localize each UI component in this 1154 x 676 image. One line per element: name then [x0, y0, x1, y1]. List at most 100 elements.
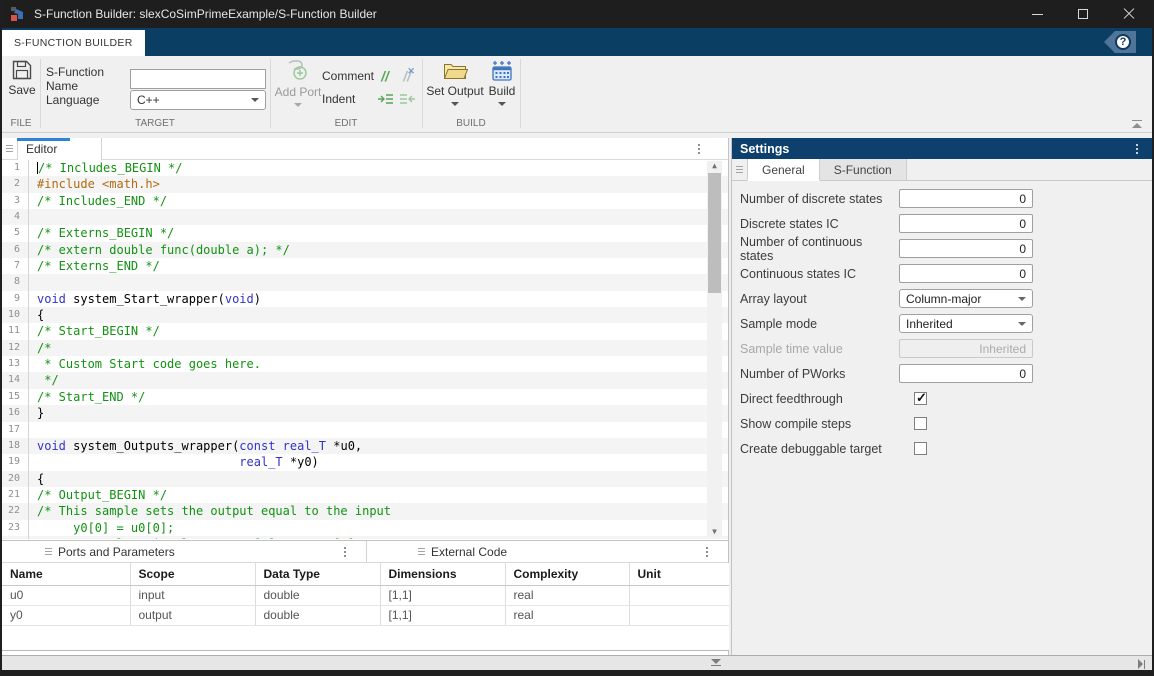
ports-menu-kebab-icon[interactable]	[338, 547, 352, 557]
array-layout-dropdown[interactable]: Column-major	[899, 289, 1033, 308]
field-label: Create debuggable target	[740, 442, 899, 456]
comment-button[interactable]: //	[374, 68, 396, 84]
table-row[interactable]: y0outputdouble[1,1]real	[2, 605, 729, 625]
show-compile-steps-checkbox[interactable]	[914, 417, 927, 430]
scroll-down-icon[interactable]: ▼	[707, 527, 722, 537]
tab-sfunction-builder[interactable]: S-FUNCTION BUILDER	[2, 30, 145, 56]
code-line[interactable]: 7/* Externs_END */	[2, 258, 728, 274]
scroll-up-icon[interactable]: ▲	[707, 161, 722, 171]
line-number: 10	[2, 307, 29, 323]
tab-external-code[interactable]: External Code	[367, 541, 728, 562]
table-cell[interactable]: [1,1]	[380, 585, 505, 605]
code-line[interactable]: 8	[2, 274, 728, 290]
continuous-states-ic-input[interactable]	[899, 264, 1033, 283]
ports-grip-handle[interactable]	[44, 548, 53, 555]
code-line[interactable]: 3/* Includes_END */	[2, 193, 728, 209]
create-debuggable-checkbox[interactable]	[914, 442, 927, 455]
set-output-button[interactable]: Set Output	[426, 59, 484, 106]
code-lines: 1/* Includes_BEGIN */2#include <math.h>3…	[2, 160, 728, 539]
code-line[interactable]: 21/* Output_BEGIN */	[2, 487, 728, 503]
line-number: 14	[2, 372, 29, 388]
language-dropdown[interactable]: C++	[130, 90, 266, 110]
code-line[interactable]: 18void system_Outputs_wrapper(const real…	[2, 438, 728, 454]
col-unit[interactable]: Unit	[629, 563, 729, 585]
sample-mode-dropdown[interactable]: Inherited	[899, 314, 1033, 333]
editor-grip-handle[interactable]	[5, 145, 14, 152]
pworks-input[interactable]	[899, 364, 1033, 383]
code-area[interactable]: 1/* Includes_BEGIN */2#include <math.h>3…	[2, 160, 728, 539]
table-cell[interactable]: y0	[2, 605, 130, 625]
maximize-button[interactable]	[1060, 0, 1106, 28]
continuous-states-input[interactable]	[899, 239, 1033, 258]
close-button[interactable]	[1106, 0, 1152, 28]
collapse-bottom-panel-button[interactable]	[710, 659, 722, 666]
direct-feedthrough-checkbox[interactable]	[914, 392, 927, 405]
code-line[interactable]: 6/* extern double func(double a); */	[2, 242, 728, 258]
tab-sfunction[interactable]: S-Function	[820, 159, 907, 180]
discrete-states-ic-input[interactable]	[899, 214, 1033, 233]
code-line[interactable]: 20{	[2, 471, 728, 487]
indent-button[interactable]	[374, 93, 396, 106]
code-line[interactable]: 2#include <math.h>	[2, 176, 728, 192]
editor-menu-kebab-icon[interactable]	[692, 144, 706, 154]
code-line[interactable]: 19 real_T *y0)	[2, 454, 728, 470]
col-complexity[interactable]: Complexity	[505, 563, 629, 585]
external-code-menu-kebab-icon[interactable]	[700, 547, 714, 557]
field-label: Number of discrete states	[740, 192, 899, 206]
code-line[interactable]: 22/* This sample sets the output equal t…	[2, 503, 728, 519]
table-cell[interactable]: output	[130, 605, 255, 625]
code-line[interactable]: 13 * Custom Start code goes here.	[2, 356, 728, 372]
col-name[interactable]: Name	[2, 563, 130, 585]
settings-menu-kebab-icon[interactable]	[1130, 144, 1144, 154]
table-cell[interactable]: u0	[2, 585, 130, 605]
minimize-button[interactable]	[1014, 0, 1060, 28]
code-line[interactable]: 1/* Includes_BEGIN */	[2, 160, 728, 176]
outdent-button[interactable]	[396, 93, 418, 106]
table-cell[interactable]: double	[255, 585, 380, 605]
save-button[interactable]: Save	[6, 59, 38, 97]
code-line[interactable]: 10{	[2, 307, 728, 323]
code-line[interactable]: 23 y0[0] = u0[0];	[2, 520, 728, 536]
col-data-type[interactable]: Data Type	[255, 563, 380, 585]
external-code-grip-handle[interactable]	[417, 548, 426, 555]
help-button[interactable]: ?	[1104, 31, 1136, 53]
code-line[interactable]: 24 For complex signals use: y0[0].re = u…	[2, 536, 728, 539]
field-array-layout: Array layout Column-major	[740, 289, 1152, 308]
code-line[interactable]: 5/* Externs_BEGIN */	[2, 225, 728, 241]
scrollbar-thumb[interactable]	[708, 173, 721, 293]
table-cell[interactable]	[629, 585, 729, 605]
table-cell[interactable]: double	[255, 605, 380, 625]
collapse-right-panel-button[interactable]	[1138, 659, 1145, 669]
discrete-states-input[interactable]	[899, 189, 1033, 208]
code-line[interactable]: 4	[2, 209, 728, 225]
table-cell[interactable]: input	[130, 585, 255, 605]
collapse-ribbon-button[interactable]	[1130, 120, 1144, 128]
tab-ports-and-parameters[interactable]: Ports and Parameters	[2, 541, 367, 562]
tab-general[interactable]: General	[747, 159, 820, 181]
table-cell[interactable]: real	[505, 585, 629, 605]
code-line[interactable]: 12/*	[2, 340, 728, 356]
code-line[interactable]: 16}	[2, 405, 728, 421]
editor-tab-bar: Editor	[2, 138, 728, 160]
col-scope[interactable]: Scope	[130, 563, 255, 585]
line-number: 5	[2, 225, 29, 241]
line-number: 7	[2, 258, 29, 274]
code-line[interactable]: 11/* Start_BEGIN */	[2, 323, 728, 339]
table-cell[interactable]	[629, 605, 729, 625]
code-line[interactable]: 14 */	[2, 372, 728, 388]
code-line[interactable]: 17	[2, 422, 728, 438]
col-dimensions[interactable]: Dimensions	[380, 563, 505, 585]
add-port-button[interactable]: Add Port	[274, 59, 322, 107]
settings-grip-handle[interactable]	[735, 159, 744, 180]
table-row[interactable]: u0inputdouble[1,1]real	[2, 585, 729, 605]
sfunction-name-input[interactable]	[130, 69, 266, 89]
table-cell[interactable]: real	[505, 605, 629, 625]
table-cell[interactable]: [1,1]	[380, 605, 505, 625]
line-number: 6	[2, 242, 29, 258]
uncomment-button[interactable]: //✕	[396, 68, 418, 84]
code-line[interactable]: 15/* Start_END */	[2, 389, 728, 405]
build-button[interactable]: Build	[484, 59, 520, 106]
editor-scrollbar[interactable]: ▲ ▼	[707, 161, 722, 537]
build-icon	[490, 59, 514, 82]
code-line[interactable]: 9void system_Start_wrapper(void)	[2, 291, 728, 307]
